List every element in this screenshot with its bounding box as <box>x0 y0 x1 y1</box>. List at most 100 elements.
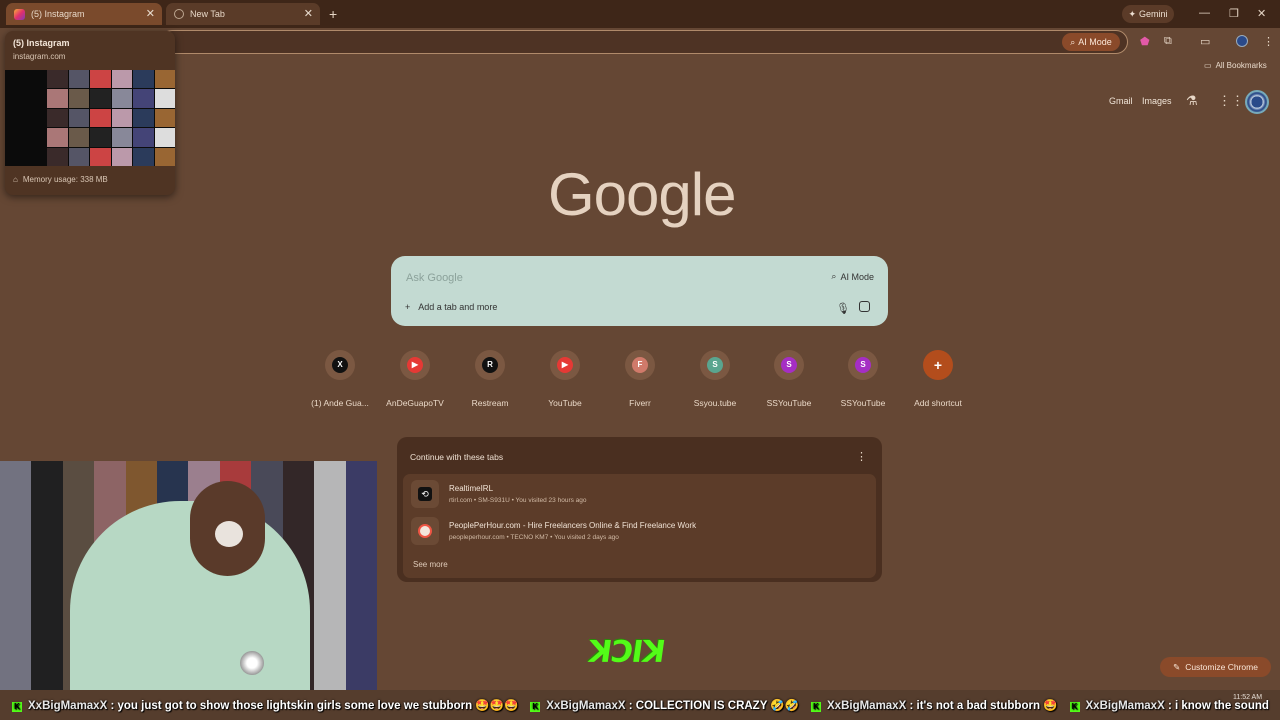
all-bookmarks[interactable]: ▭ All Bookmarks <box>1204 61 1267 70</box>
chat-username: XxBigMamaxX <box>1085 700 1165 712</box>
extension-shield-icon[interactable]: ⬟ <box>1140 35 1150 48</box>
poster <box>282 518 315 547</box>
close-window-icon[interactable]: ✕ <box>1257 7 1266 20</box>
close-tab-icon[interactable]: ✕ <box>146 7 155 20</box>
search-input[interactable] <box>406 270 786 286</box>
shortcut-glyph: S <box>781 357 797 373</box>
apps-grid-icon[interactable]: ⋮⋮ <box>1218 93 1244 109</box>
shortcut-tile[interactable]: ▶ AnDeGuapoTV <box>380 350 450 408</box>
shortcut-label: AnDeGuapoTV <box>386 398 444 408</box>
kick-icon: K <box>1069 702 1080 712</box>
lens-camera-icon[interactable] <box>859 301 870 312</box>
shortcut-icon: F <box>625 350 655 380</box>
tab-instagram[interactable]: (5) Instagram ✕ <box>6 3 162 25</box>
chat-message: : COLLECTION IS CRAZY 🤣🤣 <box>628 700 799 712</box>
thumbnail-cell <box>154 70 175 89</box>
poster <box>0 632 32 662</box>
kick-icon: K <box>530 702 541 712</box>
shortcut-label: Fiverr <box>629 398 651 408</box>
shortcut-tile[interactable]: + Add shortcut <box>903 350 973 408</box>
pencil-icon: ✎ <box>1173 661 1181 672</box>
profile-icon[interactable] <box>1236 35 1248 47</box>
list-item-meta: rtirl.com • SM-S931U • You visited 23 ho… <box>449 497 587 504</box>
thumbnail-cell <box>68 108 89 128</box>
poster <box>31 546 63 576</box>
images-link[interactable]: Images <box>1142 96 1172 106</box>
shortcut-glyph: S <box>855 357 871 373</box>
menu-icon[interactable]: ⋮ <box>1263 35 1274 48</box>
shortcut-label: YouTube <box>548 398 582 408</box>
thumbnail-cell <box>154 147 175 166</box>
new-tab-button[interactable]: + <box>329 6 337 22</box>
search-ai-mode-button[interactable]: ⌕ AI Mode <box>831 271 874 282</box>
shortcut-glyph: ▶ <box>557 357 573 373</box>
poster <box>345 461 377 490</box>
ai-mode-button[interactable]: ⌕ AI Mode <box>1062 33 1120 51</box>
poster <box>0 604 32 633</box>
memory-usage: ⌂ Memory usage: 338 MB <box>13 175 108 184</box>
chat-username: XxBigMamaxX <box>28 700 108 712</box>
extensions-icon[interactable]: ⧉ <box>1164 35 1172 48</box>
shortcut-tile[interactable]: R Restream <box>455 350 525 408</box>
add-tab-button[interactable]: + Add a tab and more <box>405 302 497 312</box>
poster <box>282 489 315 519</box>
kick-icon: K <box>811 702 821 712</box>
list-item[interactable]: PeoplePerHour.com - Hire Freelancers Onl… <box>407 515 872 549</box>
poster <box>31 518 63 547</box>
customize-label: Customize Chrome <box>1185 662 1258 672</box>
realtimeirl-icon: ⟲ <box>411 480 439 508</box>
folder-icon: ▭ <box>1204 61 1212 70</box>
chat-ticker: K XxBigMamaxX : you just got to show thos… <box>0 698 1280 714</box>
thumbnail-cell <box>154 89 175 108</box>
thumbnail-cell <box>68 70 89 89</box>
shortcut-glyph: F <box>632 357 648 373</box>
see-more-link[interactable]: See more <box>413 560 448 569</box>
poster <box>31 661 63 690</box>
maximize-icon[interactable]: ❐ <box>1229 7 1239 20</box>
shortcut-label: Add shortcut <box>914 398 962 408</box>
poster <box>0 518 32 547</box>
minimize-icon[interactable]: — <box>1199 7 1210 19</box>
continue-tabs-card: Continue with these tabs ⋮ ⟲ RealtimeIRL… <box>397 437 882 582</box>
tab-title: (5) Instagram <box>31 9 85 19</box>
poster <box>314 461 346 490</box>
side-panel-icon[interactable]: ▭ <box>1200 35 1210 48</box>
thumbnail-cell <box>133 70 154 89</box>
shortcut-tile[interactable]: S Ssyou.tube <box>680 350 750 408</box>
more-options-icon[interactable]: ⋮ <box>856 450 867 463</box>
poster <box>31 575 63 605</box>
google-logo: Google <box>548 161 736 228</box>
poster <box>345 575 377 605</box>
shortcut-tile[interactable]: ▶ YouTube <box>530 350 600 408</box>
shortcut-tile[interactable]: F Fiverr <box>605 350 675 408</box>
thumbnail-cell <box>68 89 89 108</box>
poster <box>282 461 315 490</box>
poster <box>251 461 283 490</box>
poster <box>314 489 346 519</box>
gmail-link[interactable]: Gmail <box>1109 96 1133 106</box>
shortcut-tile[interactable]: S SSYouTube <box>754 350 824 408</box>
labs-flask-icon[interactable]: ⚗ <box>1186 93 1198 109</box>
thumbnail-cell <box>133 128 154 147</box>
shortcut-tile[interactable]: S SSYouTube <box>828 350 898 408</box>
close-tab-icon[interactable]: ✕ <box>304 7 313 20</box>
microphone-icon[interactable]: 🎙 <box>836 302 850 315</box>
tab-preview-thumbnail <box>5 70 175 166</box>
address-bar[interactable] <box>160 30 1128 54</box>
shortcut-tile[interactable]: X (1) Ande Gua... <box>305 350 375 408</box>
shortcut-icon: S <box>774 350 804 380</box>
shortcut-glyph: R <box>482 357 498 373</box>
shortcut-glyph: ▶ <box>407 357 423 373</box>
shortcut-label: Ssyou.tube <box>693 398 737 408</box>
list-item[interactable]: ⟲ RealtimeIRL rtirl.com • SM-S931U • You… <box>407 478 872 512</box>
poster <box>345 489 377 519</box>
peopleperhour-icon <box>411 517 439 545</box>
tab-new-tab[interactable]: New Tab ✕ <box>166 3 320 25</box>
account-avatar[interactable] <box>1245 90 1269 114</box>
poster <box>125 461 158 490</box>
gemini-button[interactable]: ✦ Gemini <box>1122 5 1174 23</box>
customize-chrome-button[interactable]: ✎ Customize Chrome <box>1160 657 1271 677</box>
shortcut-label: Restream <box>471 398 509 408</box>
thumbnail-cell <box>47 147 68 166</box>
taskbar-clock: 11:52 AM <box>1233 694 1263 701</box>
